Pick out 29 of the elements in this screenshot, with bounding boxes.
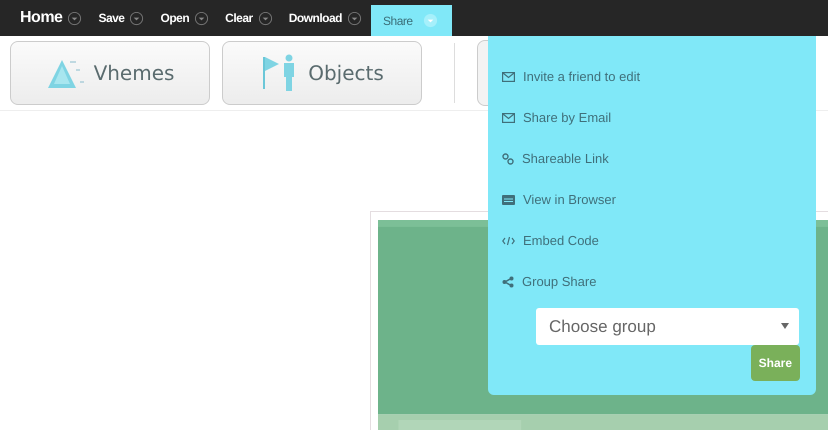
- share-option[interactable]: Group Share: [502, 261, 596, 302]
- toolbar-button[interactable]: Objects: [222, 41, 422, 105]
- envelope-icon: [502, 112, 515, 122]
- caret-icon: [258, 10, 273, 26]
- caret-icon: [422, 13, 438, 28]
- share-option[interactable]: View in Browser: [502, 179, 616, 220]
- group-select[interactable]: Choose group: [536, 308, 799, 345]
- link-icon: [502, 152, 514, 164]
- share-option[interactable]: Embed Code: [502, 220, 599, 261]
- caret-icon: [129, 10, 144, 26]
- menu-item[interactable]: Home: [12, 0, 90, 36]
- share-option[interactable]: Invite a friend to edit: [502, 56, 640, 97]
- menu-item[interactable]: Share: [371, 5, 452, 36]
- toolbar-button[interactable]: Vhemes: [10, 41, 210, 105]
- share-option[interactable]: Share by Email: [502, 97, 612, 138]
- menu-item[interactable]: Download: [282, 0, 370, 36]
- share-icon: [502, 276, 514, 288]
- menu-item[interactable]: Open: [153, 0, 216, 36]
- caret-icon: [67, 10, 82, 26]
- share-option[interactable]: Shareable Link: [502, 138, 609, 179]
- code-icon: [502, 236, 515, 246]
- envelope-icon: [502, 72, 515, 82]
- caret-icon: [347, 10, 362, 26]
- browser-icon: [502, 194, 515, 204]
- caret-icon: [194, 10, 210, 26]
- share-button[interactable]: Share: [750, 345, 800, 381]
- menu-item[interactable]: Clear: [218, 0, 280, 36]
- menu-item[interactable]: Save: [91, 0, 152, 36]
- caret-icon: [781, 323, 789, 329]
